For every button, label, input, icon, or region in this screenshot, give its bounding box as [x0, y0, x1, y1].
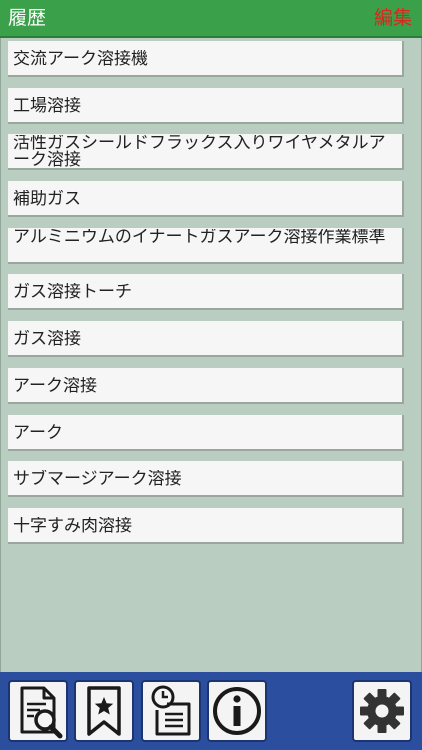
gear-icon: [360, 689, 404, 733]
list-item-label: 交流アーク溶接機: [13, 50, 148, 68]
info-button[interactable]: [207, 680, 267, 742]
list-item[interactable]: 活性ガスシールドフラックス入りワイヤメタルアーク溶接: [8, 134, 404, 170]
list-item-label: 補助ガス: [13, 190, 81, 208]
bookmarks-button[interactable]: [74, 680, 134, 742]
history-button[interactable]: [141, 680, 201, 742]
list-item-label: ガス溶接トーチ: [13, 283, 132, 301]
search-button[interactable]: [8, 680, 68, 742]
settings-button[interactable]: [352, 680, 412, 742]
history-clock-list-icon: [151, 685, 191, 736]
list-item-label: アルミニウムのイナートガスアーク溶接作業標準: [13, 229, 386, 246]
list-item-label: 十字すみ肉溶接: [13, 517, 132, 535]
list-item[interactable]: 工場溶接: [8, 88, 404, 124]
page-title: 履歴: [8, 7, 47, 29]
list-item[interactable]: アーク: [8, 415, 404, 451]
list-item-label: 工場溶接: [13, 97, 81, 115]
app-window: 履歴 編集 交流アーク溶接機 工場溶接 活性ガスシールドフラックス入りワイヤメタ…: [0, 0, 422, 750]
document-search-icon: [20, 686, 63, 739]
list-item[interactable]: アーク溶接: [8, 368, 404, 404]
list-item-label: ガス溶接: [13, 330, 81, 348]
header-bar: 履歴 編集: [0, 0, 422, 38]
list-item[interactable]: 補助ガス: [8, 181, 404, 217]
list-item[interactable]: アルミニウムのイナートガスアーク溶接作業標準: [8, 228, 404, 264]
list-item[interactable]: 交流アーク溶接機: [8, 41, 404, 77]
list-item[interactable]: サブマージアーク溶接: [8, 461, 404, 497]
list-item[interactable]: ガス溶接: [8, 321, 404, 357]
edit-button[interactable]: 編集: [374, 7, 412, 29]
history-list[interactable]: 交流アーク溶接機 工場溶接 活性ガスシールドフラックス入りワイヤメタルアーク溶接…: [0, 38, 422, 672]
list-item-label: 活性ガスシールドフラックス入りワイヤメタルアーク溶接: [13, 135, 386, 169]
bookmark-star-icon: [87, 686, 121, 736]
info-icon: [213, 687, 261, 735]
list-item-label: アーク: [13, 424, 63, 442]
list-item-label: アーク溶接: [13, 377, 97, 395]
bottom-toolbar: [0, 672, 422, 750]
list-item-label: サブマージアーク溶接: [13, 470, 182, 488]
list-item[interactable]: 十字すみ肉溶接: [8, 508, 404, 544]
list-item[interactable]: ガス溶接トーチ: [8, 274, 404, 310]
